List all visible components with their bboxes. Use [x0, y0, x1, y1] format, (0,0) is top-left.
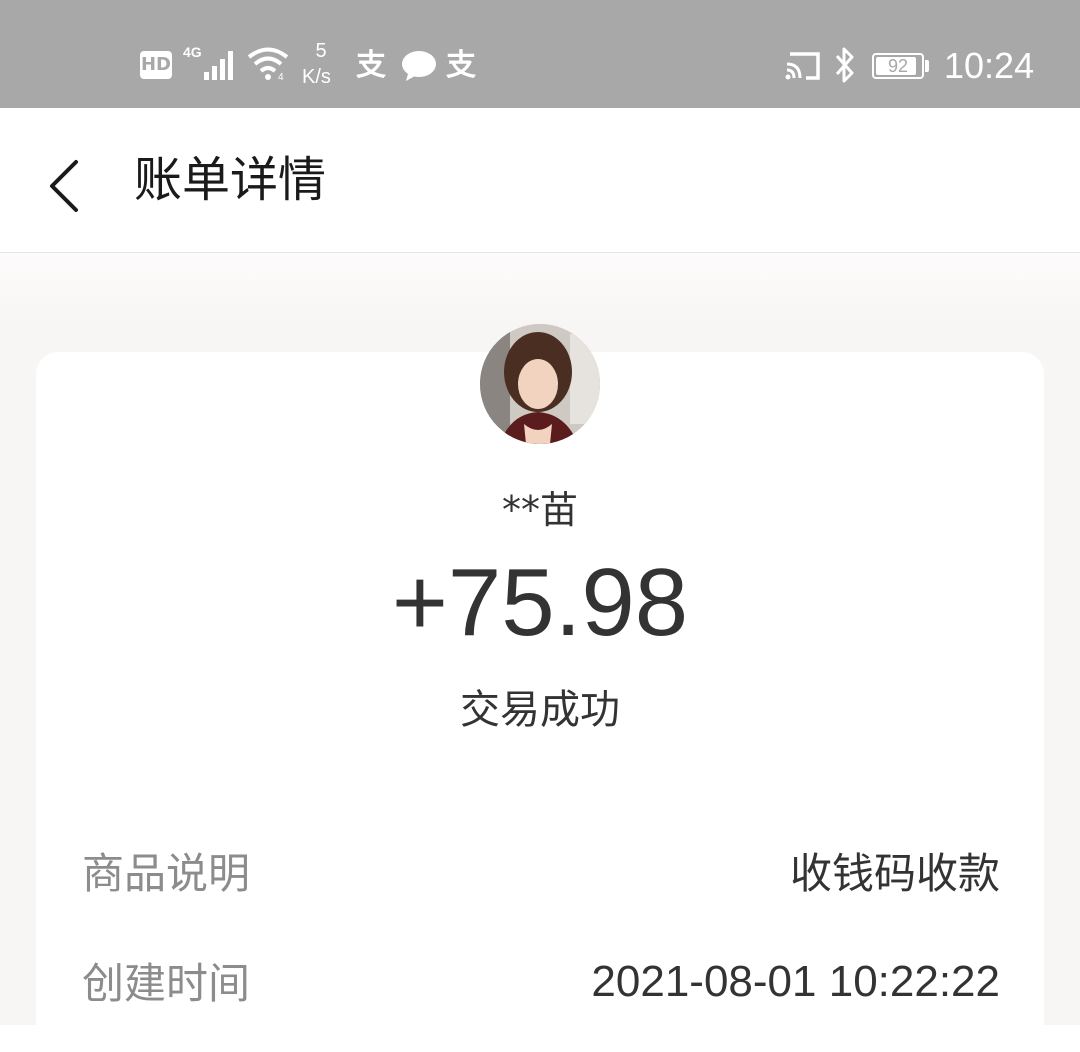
alipay-icon: 支 — [446, 48, 476, 83]
chevron-left-icon[interactable] — [36, 148, 96, 218]
detail-label-created-time: 创建时间 — [82, 959, 251, 1008]
app-header: 账单详情 — [0, 108, 1080, 253]
transaction-status: 交易成功 — [460, 687, 620, 733]
wechat-icon — [402, 51, 436, 81]
back-button[interactable] — [36, 148, 96, 218]
battery-tip — [925, 60, 929, 72]
alipay-icon: 支 — [356, 48, 386, 83]
page-title: 账单详情 — [134, 152, 327, 208]
bluetooth-icon — [835, 47, 854, 83]
cast-icon — [785, 52, 820, 80]
detail-value-product: 收钱码收款 — [789, 849, 1000, 898]
wifi-icon: 4 — [247, 47, 289, 81]
avatar-photo — [480, 324, 600, 444]
detail-value-created-time: 2021-08-01 10:22:22 — [591, 957, 1000, 1006]
signal-icon — [204, 51, 233, 80]
transaction-amount: +75.98 — [391, 549, 689, 656]
hd-icon: HD — [140, 51, 172, 79]
battery-level: 92 — [887, 56, 909, 76]
network-speed-value: 5 — [315, 40, 327, 62]
network-type-label: 4G — [183, 44, 202, 60]
detail-label-product: 商品说明 — [82, 849, 251, 898]
status-time: 10:24 — [944, 45, 1035, 86]
svg-text:4: 4 — [278, 72, 284, 81]
avatar[interactable] — [480, 324, 600, 444]
hd-badge-label: HD — [140, 54, 171, 75]
battery-icon: 92 — [872, 53, 924, 79]
network-speed-unit: K/s — [302, 66, 331, 88]
status-bar: HD 4G 4 5 K/s 支 支 92 10:24 — [0, 0, 1080, 108]
payer-name: **苗 — [501, 488, 578, 532]
